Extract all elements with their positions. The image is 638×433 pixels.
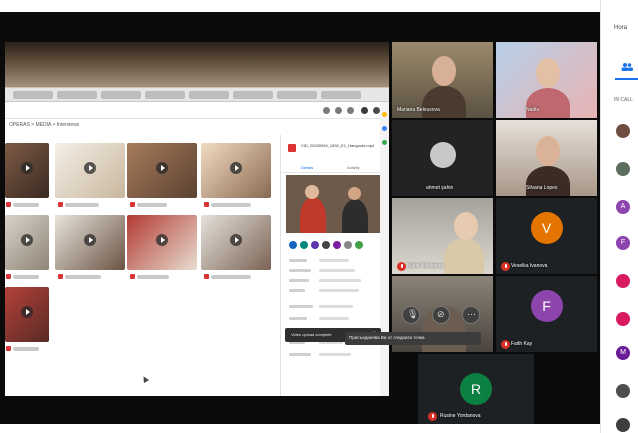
section-label: IN CALL: [614, 97, 633, 103]
bottom-margin: [0, 424, 600, 433]
more-icon: ⋯: [467, 309, 476, 319]
participant-name: Mariana Belousova: [397, 107, 440, 113]
play-icon: [21, 305, 33, 318]
tab-activity[interactable]: Activity: [347, 165, 360, 170]
people-panel: Hora IN CALL A F M: [600, 0, 638, 433]
mic-off-icon: [501, 262, 510, 271]
participant-avatar[interactable]: A: [616, 200, 630, 214]
video-file-icon: [288, 144, 296, 152]
video-thumbnail[interactable]: [5, 143, 49, 198]
people-icon[interactable]: [621, 62, 633, 71]
video-preview[interactable]: [286, 175, 382, 233]
snackbar-text: Video upload complete: [291, 332, 332, 337]
play-icon: [156, 161, 168, 174]
video-thumbnail[interactable]: [5, 287, 49, 342]
participant-name: Rusine Yordanova: [440, 413, 481, 419]
play-icon: [230, 161, 242, 174]
video-thumbnail[interactable]: [127, 215, 197, 270]
file-grid: [5, 135, 280, 396]
participant-avatar[interactable]: [616, 312, 630, 326]
participant-tile[interactable]: ahmet şahin: [392, 120, 493, 196]
breadcrumb[interactable]: OPERAS > MEDIA > Interviews: [9, 122, 79, 128]
play-icon: [21, 233, 33, 246]
participant-avatar[interactable]: [616, 124, 630, 138]
camera-button[interactable]: ⊘: [432, 306, 450, 324]
tooltip: Присъединява Ви от гледната точка: [345, 332, 481, 345]
mic-off-icon: [397, 262, 406, 271]
participant-tile[interactable]: R Rusine Yordanova: [418, 354, 534, 424]
play-icon: [21, 161, 33, 174]
microphone-icon: 🎙: [407, 309, 419, 319]
participant-avatar[interactable]: [616, 384, 630, 398]
participant-name: Silvana Lopes: [526, 185, 558, 191]
presented-screen[interactable]: OPERAS > MEDIA > Interviews VID_20200930…: [5, 42, 389, 396]
play-icon: [156, 233, 168, 246]
panel-title: Hora: [614, 25, 628, 31]
participant-tile[interactable]: V Veselka Ivanova: [496, 198, 597, 274]
avatar: R: [460, 373, 492, 405]
video-thumbnail[interactable]: [55, 143, 125, 198]
avatar: V: [530, 212, 563, 245]
microphone-button[interactable]: 🎙: [402, 306, 420, 324]
tab-details[interactable]: Details: [301, 165, 313, 170]
play-icon: [230, 233, 242, 246]
participant-tile[interactable]: Maria Nikolaeva: [392, 198, 493, 274]
participant-name: Maria Nikolaeva: [407, 263, 443, 269]
participant-tile[interactable]: Nadia: [496, 42, 597, 118]
participant-tile[interactable]: Mariana Belousova: [392, 42, 493, 118]
participant-avatar[interactable]: M: [616, 346, 630, 360]
more-button[interactable]: ⋯: [462, 306, 480, 324]
browser-tab-bar: [5, 88, 389, 102]
participant-name: ahmet şahin: [426, 185, 454, 191]
avatar: F: [530, 290, 563, 323]
details-panel: VID_20200930_1530_E1_Hangouts.mp4 Detail…: [280, 135, 389, 396]
participant-avatar[interactable]: F: [616, 236, 630, 250]
video-thumbnail[interactable]: [5, 215, 49, 270]
participant-name: Veselka Ivanova: [511, 263, 548, 269]
mic-off-icon: [428, 412, 437, 421]
side-addons-strip: [380, 102, 389, 396]
play-icon: [84, 161, 96, 174]
participant-name: Faith Kay: [511, 341, 533, 347]
participant-tile[interactable]: F Faith Kay: [496, 276, 597, 352]
detail-title: VID_20200930_1530_E1_Hangouts.mp4: [301, 143, 375, 148]
participant-avatar[interactable]: [616, 274, 630, 288]
participant-avatar[interactable]: [616, 418, 630, 432]
participant-tile[interactable]: Silvana Lopes: [496, 120, 597, 196]
screen-top-banner: [5, 42, 389, 87]
drive-toolbar: [5, 102, 389, 119]
participant-avatar[interactable]: [616, 162, 630, 176]
top-margin: [0, 0, 600, 12]
breadcrumb-bar: OPERAS > MEDIA > Interviews: [5, 119, 389, 135]
video-thumbnail[interactable]: [55, 215, 125, 270]
mic-off-icon: [501, 340, 510, 349]
detail-tabs: Details Activity: [281, 163, 389, 173]
participant-name: Nadia: [526, 107, 540, 113]
video-thumbnail[interactable]: [127, 143, 197, 198]
camera-off-icon: ⊘: [437, 309, 445, 319]
play-icon: [84, 233, 96, 246]
video-thumbnail[interactable]: [201, 215, 271, 270]
video-thumbnail[interactable]: [201, 143, 271, 198]
active-tab-indicator: [615, 78, 638, 80]
